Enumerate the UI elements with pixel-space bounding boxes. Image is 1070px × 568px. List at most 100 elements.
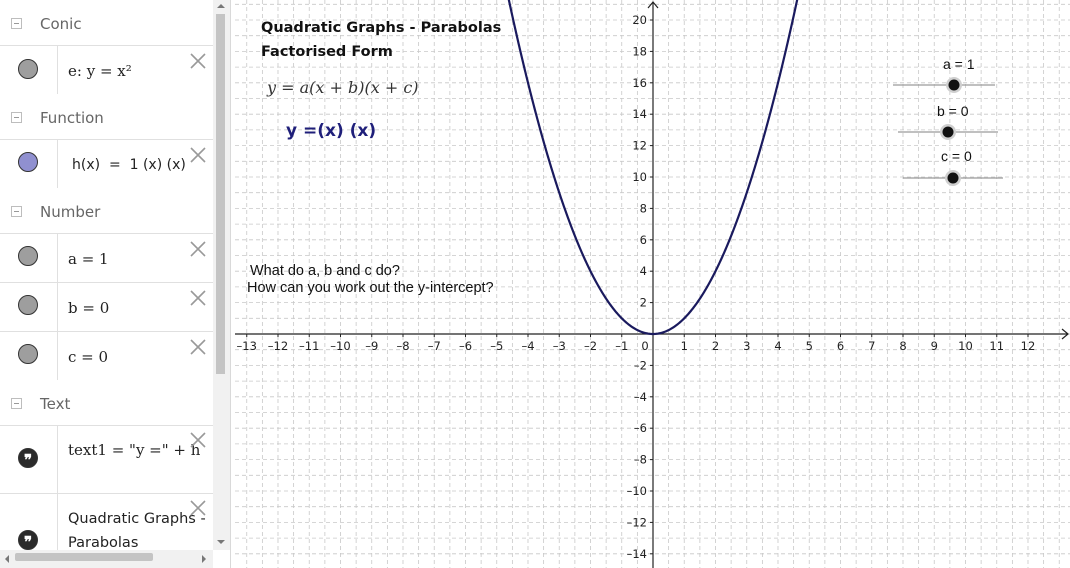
category-function[interactable]: Function (0, 96, 213, 140)
x-tick-label: –6 (459, 339, 472, 353)
item-text[interactable]: h(x) = 1 (x) (x) (72, 153, 186, 177)
item-text[interactable]: b = 0 (68, 296, 109, 320)
item-divider (57, 426, 58, 493)
equation-text[interactable]: y =(x) (x) (286, 121, 376, 141)
algebra-item-a[interactable]: a = 1 (0, 233, 213, 282)
item-text[interactable]: c = 0 (68, 345, 108, 369)
horizontal-scrollbar[interactable] (0, 550, 213, 568)
quote-icon[interactable]: ❞ (18, 530, 38, 551)
item-divider (57, 140, 58, 188)
x-tick-label: 9 (931, 339, 938, 353)
item-divider (57, 46, 58, 94)
y-tick-label: –4 (634, 390, 647, 404)
title-line-2[interactable]: Factorised Form (261, 44, 393, 60)
scrollbar-thumb[interactable] (216, 14, 225, 374)
marble-icon[interactable] (18, 295, 38, 315)
slider-c-label[interactable]: c = 0 (941, 148, 972, 164)
y-tick-label: 14 (632, 107, 647, 121)
marble-icon[interactable] (18, 344, 38, 364)
slider-b-label[interactable]: b = 0 (937, 103, 969, 119)
item-text[interactable]: text1 = "y =" + h (68, 438, 203, 462)
category-label: Number (40, 203, 101, 221)
collapse-icon[interactable] (11, 398, 22, 409)
category-conic[interactable]: Conic (0, 2, 213, 46)
category-label: Conic (40, 15, 82, 33)
collapse-icon[interactable] (11, 206, 22, 217)
x-tick-label: –5 (490, 339, 503, 353)
x-tick-label: 4 (774, 339, 781, 353)
algebra-item-text1[interactable]: ❞ text1 = "y =" + h (0, 425, 213, 493)
y-tick-label: 4 (640, 264, 647, 278)
item-text[interactable]: e: y = x² (68, 59, 132, 83)
algebra-item-c[interactable]: c = 0 (0, 331, 213, 380)
close-icon[interactable] (188, 51, 208, 71)
x-tick-label: –4 (521, 339, 534, 353)
graphics-view[interactable]: –13 –12 –11 –10 –9 –8 –7 –6 –5 –4 –3 –2 –1 0 1 2 3 4 5 6 7 8 9… (235, 0, 1070, 568)
x-tick-label: 6 (837, 339, 844, 353)
x-tick-label: 12 (1021, 339, 1036, 353)
slider-knob[interactable] (948, 79, 960, 91)
collapse-icon[interactable] (11, 112, 22, 123)
slider-knob[interactable] (942, 126, 954, 138)
y-tick-label: 6 (640, 233, 647, 247)
x-tick-label: 10 (958, 339, 973, 353)
x-tick-label: 11 (989, 339, 1004, 353)
scroll-up-icon[interactable] (216, 2, 226, 10)
item-divider (57, 332, 58, 380)
algebra-item-e[interactable]: e: y = x² (0, 45, 213, 94)
algebra-item-h[interactable]: h(x) = 1 (x) (x) (0, 139, 213, 188)
close-icon[interactable] (188, 288, 208, 308)
title-line-1[interactable]: Quadratic Graphs - Parabolas (261, 20, 501, 36)
item-text[interactable]: Quadratic Graphs - Parabolas (68, 507, 208, 555)
close-icon[interactable] (188, 498, 208, 518)
y-tick-label: 12 (632, 139, 647, 153)
x-tick-label: 1 (681, 339, 688, 353)
y-tick-label: 2 (640, 296, 647, 310)
slider-a-label[interactable]: a = 1 (943, 56, 975, 72)
question-2[interactable]: How can you work out the y-intercept? (247, 280, 494, 296)
quote-icon[interactable]: ❞ (18, 448, 38, 469)
category-label: Text (40, 395, 71, 413)
algebra-item-b[interactable]: b = 0 (0, 282, 213, 331)
x-tick-label: –11 (299, 339, 319, 353)
x-tick-label: 7 (868, 339, 875, 353)
close-icon[interactable] (188, 430, 208, 450)
x-tick-label: –3 (553, 339, 566, 353)
item-divider (57, 234, 58, 282)
x-tick-label: 3 (743, 339, 750, 353)
category-text[interactable]: Text (0, 382, 213, 426)
collapse-icon[interactable] (11, 18, 22, 29)
y-tick-label: –10 (627, 484, 647, 498)
y-tick-label: –12 (627, 515, 647, 529)
y-tick-label: 8 (640, 201, 647, 215)
marble-icon[interactable] (18, 59, 38, 79)
x-tick-label: –12 (268, 339, 288, 353)
x-tick-label: –8 (396, 339, 409, 353)
vertical-scrollbar[interactable] (213, 0, 230, 550)
y-tick-label: 18 (632, 44, 647, 58)
y-tick-label: –14 (627, 547, 647, 561)
formula-text[interactable]: y = a(x + b)(x + c) (267, 78, 419, 97)
scrollbar-thumb[interactable] (15, 553, 153, 561)
scroll-down-icon[interactable] (216, 538, 226, 546)
x-tick-label: –10 (330, 339, 350, 353)
close-icon[interactable] (188, 145, 208, 165)
marble-icon[interactable] (18, 152, 38, 172)
y-tick-label: –2 (634, 358, 647, 372)
y-tick-label: 10 (632, 170, 647, 184)
algebra-view: Conic e: y = x² Function h(x) = 1 (x) (x… (0, 0, 231, 568)
scroll-right-icon[interactable] (200, 554, 208, 564)
question-1[interactable]: What do a, b and c do? (250, 263, 400, 279)
item-divider (57, 283, 58, 331)
x-tick-label: –7 (428, 339, 441, 353)
x-tick-label: –1 (615, 339, 628, 353)
close-icon[interactable] (188, 337, 208, 357)
y-tick-label: –6 (634, 421, 647, 435)
sliders[interactable] (893, 77, 1003, 186)
item-text[interactable]: a = 1 (68, 247, 109, 271)
marble-icon[interactable] (18, 246, 38, 266)
category-number[interactable]: Number (0, 190, 213, 234)
close-icon[interactable] (188, 239, 208, 259)
scroll-left-icon[interactable] (3, 554, 11, 564)
slider-knob[interactable] (947, 172, 959, 184)
